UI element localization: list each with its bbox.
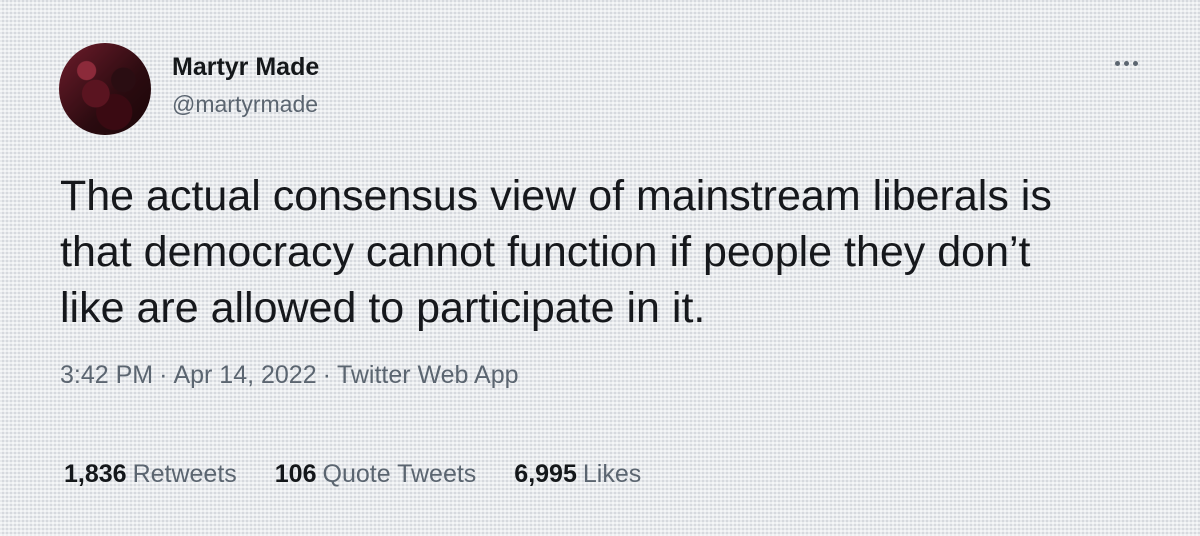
author-name[interactable]: Martyr Made: [172, 53, 319, 82]
meta-separator: ·: [159, 361, 168, 389]
more-horizontal-icon-dot: [1132, 60, 1138, 66]
tweet-text-line: like are allowed to participate in it.: [60, 284, 706, 332]
likes-label: Likes: [582, 460, 642, 488]
meta-separator: ·: [322, 361, 331, 389]
tweet-time[interactable]: 3:42 PM: [60, 361, 153, 389]
tweet-text: The actual consensus view of mainstream …: [60, 168, 1160, 336]
quote-tweets-label: Quote Tweets: [322, 460, 477, 488]
likes-stat[interactable]: 6,995 Likes: [514, 460, 641, 489]
tweet-date[interactable]: Apr 14, 2022: [173, 361, 316, 389]
quote-tweets-stat[interactable]: 106 Quote Tweets: [275, 460, 477, 489]
more-horizontal-icon-dot: [1123, 60, 1129, 66]
quote-tweets-count: 106: [274, 460, 317, 488]
author-handle[interactable]: @martyrmade: [172, 91, 318, 118]
tweet-source[interactable]: Twitter Web App: [337, 361, 519, 389]
retweets-label: Retweets: [132, 460, 237, 488]
more-horizontal-icon: [1114, 60, 1120, 66]
tweet-stats: 1,836 Retweets 106 Quote Tweets 6,995 Likes: [64, 460, 641, 489]
avatar[interactable]: [59, 43, 151, 135]
tweet-metadata: 3:42 PM · Apr 14, 2022 · Twitter Web App: [60, 361, 519, 390]
tweet-text-line: that democracy cannot function if people…: [60, 228, 1031, 276]
more-options-button[interactable]: [1104, 50, 1148, 76]
likes-count: 6,995: [514, 460, 577, 488]
retweets-stat[interactable]: 1,836 Retweets: [64, 460, 237, 489]
tweet-text-line: The actual consensus view of mainstream …: [60, 172, 1052, 220]
tweet-card: Martyr Made @martyrmade The actual conse…: [0, 0, 1200, 536]
retweets-count: 1,836: [64, 460, 127, 488]
